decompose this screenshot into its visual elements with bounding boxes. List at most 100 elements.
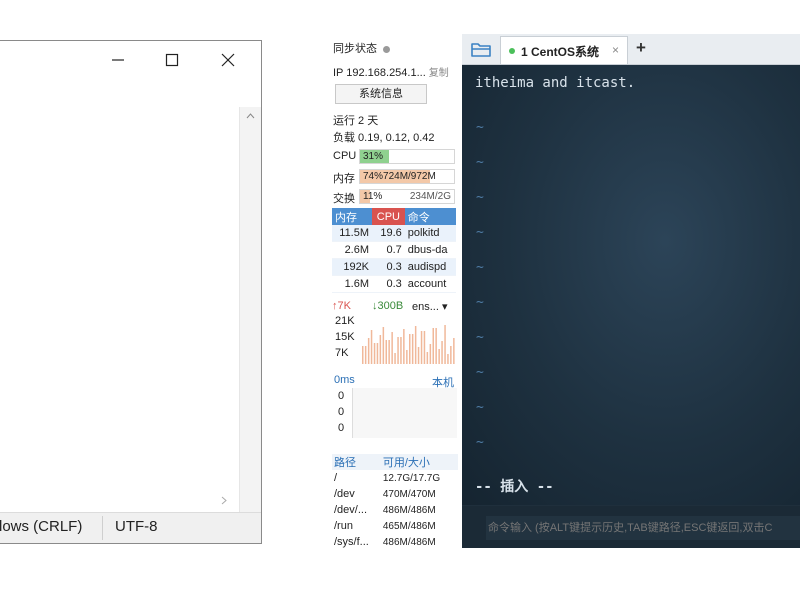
empty-line-marker: ~ xyxy=(476,155,484,170)
traffic-bar xyxy=(417,347,420,364)
traffic-bar xyxy=(394,353,396,364)
traffic-bar xyxy=(370,330,373,364)
empty-line-marker: ~ xyxy=(476,225,484,240)
traffic-bar xyxy=(438,349,440,364)
traffic-bar xyxy=(400,337,402,364)
table-row[interactable]: / 12.7G/17.7G xyxy=(332,470,458,486)
cpu-label: CPU xyxy=(333,150,357,162)
traffic-bar xyxy=(379,335,382,364)
maximize-button[interactable] xyxy=(149,43,195,77)
net-interface-select[interactable]: ens... ▾ xyxy=(412,300,448,313)
proc-cmd: account xyxy=(404,275,456,293)
traffic-bar xyxy=(382,327,385,364)
traffic-bar xyxy=(414,326,417,364)
ip-row: IP 192.168.254.1... 复制 xyxy=(333,64,449,79)
empty-line-marker: ~ xyxy=(476,295,484,310)
traffic-bar xyxy=(364,346,367,364)
ip-copy-button[interactable]: 复制 xyxy=(429,68,449,79)
traffic-bar xyxy=(423,331,426,364)
ping-unit: 0ms xyxy=(334,374,355,386)
terminal-output[interactable]: itheima and itcast. ~ ~ ~ ~ ~ ~ ~ ~ ~ ~ … xyxy=(462,65,800,505)
col-path-header[interactable]: 路径 xyxy=(332,454,381,470)
disk-table: 路径 可用/大小 / 12.7G/17.7G /dev 470M/470M /dev… xyxy=(332,454,458,548)
ping-value: 0 xyxy=(338,390,345,402)
net-interface-label: ens... xyxy=(412,301,439,313)
table-row[interactable]: 1.6M 0.3 account xyxy=(332,275,456,293)
table-row[interactable]: /dev 470M/470M xyxy=(332,486,458,502)
close-button[interactable] xyxy=(205,43,251,77)
mem-value: 74%724M/972M xyxy=(363,171,436,182)
minimize-icon xyxy=(112,59,124,61)
traffic-bar xyxy=(406,350,408,364)
command-bar xyxy=(462,506,800,548)
system-info-button[interactable]: 系统信息 xyxy=(335,84,427,104)
mem-meter: 74%724M/972M xyxy=(359,169,455,184)
empty-line-marker: ~ xyxy=(476,330,484,345)
table-row[interactable]: /dev/... 486M/486M xyxy=(332,502,458,518)
command-input[interactable] xyxy=(486,516,800,540)
traffic-bar xyxy=(420,331,423,364)
swap-meter: 11% 234M/2G xyxy=(359,189,455,204)
traffic-bar xyxy=(403,329,405,364)
tab-centos[interactable]: 1 CentOS系统 × xyxy=(500,36,628,64)
table-row[interactable]: 11.5M 19.6 polkitd xyxy=(332,225,456,242)
text-editor-area[interactable] xyxy=(0,107,239,535)
tab-close-button[interactable]: × xyxy=(612,43,619,57)
traffic-bar xyxy=(388,340,390,364)
network-traffic-chart xyxy=(362,325,455,364)
traffic-bar xyxy=(426,352,429,364)
terminal-line: itheima and itcast. xyxy=(475,75,636,91)
table-row[interactable]: 192K 0.3 audispd xyxy=(332,258,456,276)
sync-dot-icon xyxy=(383,45,390,53)
disk-size: 486M/486M xyxy=(382,504,436,516)
traffic-bar xyxy=(411,334,414,364)
sync-label: 同步状态 xyxy=(333,43,377,55)
table-row[interactable]: /run 465M/486M xyxy=(332,518,458,534)
net-tick: 7K xyxy=(335,347,349,359)
disk-path: /dev/... xyxy=(334,504,368,516)
scroll-right-icon[interactable] xyxy=(221,496,227,505)
proc-cmd: audispd xyxy=(404,258,456,276)
net-upload: ↑7K xyxy=(332,300,351,312)
ping-graph xyxy=(352,388,457,438)
traffic-bar xyxy=(367,338,370,364)
minimize-button[interactable] xyxy=(95,43,141,77)
close-icon xyxy=(221,53,235,67)
net-download: ↓300B xyxy=(372,300,404,312)
traffic-bar xyxy=(409,334,411,364)
net-tick: 21K xyxy=(335,315,355,327)
empty-line-marker: ~ xyxy=(476,190,484,205)
traffic-bar xyxy=(450,346,452,364)
dropdown-arrow-icon: ▾ xyxy=(441,301,448,313)
folder-icon[interactable] xyxy=(470,40,492,58)
vertical-scrollbar[interactable] xyxy=(239,107,261,537)
col-cmd-header[interactable]: 命令 xyxy=(404,208,456,225)
scroll-up-icon[interactable] xyxy=(246,113,255,119)
proc-cpu: 0.7 xyxy=(372,241,405,259)
disk-path: /sys/f... xyxy=(334,536,369,548)
swap-size: 234M/2G xyxy=(409,191,451,202)
sync-status: 同步状态 xyxy=(333,40,390,56)
add-tab-button[interactable]: + xyxy=(636,38,646,58)
col-cpu-header[interactable]: CPU xyxy=(372,208,405,225)
ping-value: 0 xyxy=(338,406,345,418)
col-size-header[interactable]: 可用/大小 xyxy=(380,454,458,470)
traffic-bar xyxy=(362,346,364,364)
traffic-bar xyxy=(391,332,393,364)
mem-label: 内存 xyxy=(333,173,355,185)
traffic-bar xyxy=(441,341,443,364)
disk-size: 12.7G/17.7G xyxy=(382,472,441,484)
title-bar xyxy=(0,41,261,79)
encoding-status: UTF-8 xyxy=(115,518,158,535)
empty-line-marker: ~ xyxy=(476,400,484,415)
cpu-value: 31% xyxy=(363,151,384,162)
status-bar: lows (CRLF) UTF-8 xyxy=(0,512,261,543)
table-row[interactable]: 2.6M 0.7 dbus-da xyxy=(332,241,456,259)
table-row[interactable]: /sys/f... 486M/486M xyxy=(332,534,458,548)
proc-cmd: polkitd xyxy=(404,225,456,242)
disk-path: / xyxy=(334,472,338,484)
traffic-bar xyxy=(429,344,432,364)
col-mem-header[interactable]: 内存 xyxy=(332,208,373,225)
status-divider xyxy=(102,516,103,540)
proc-mem: 11.5M xyxy=(332,225,373,242)
